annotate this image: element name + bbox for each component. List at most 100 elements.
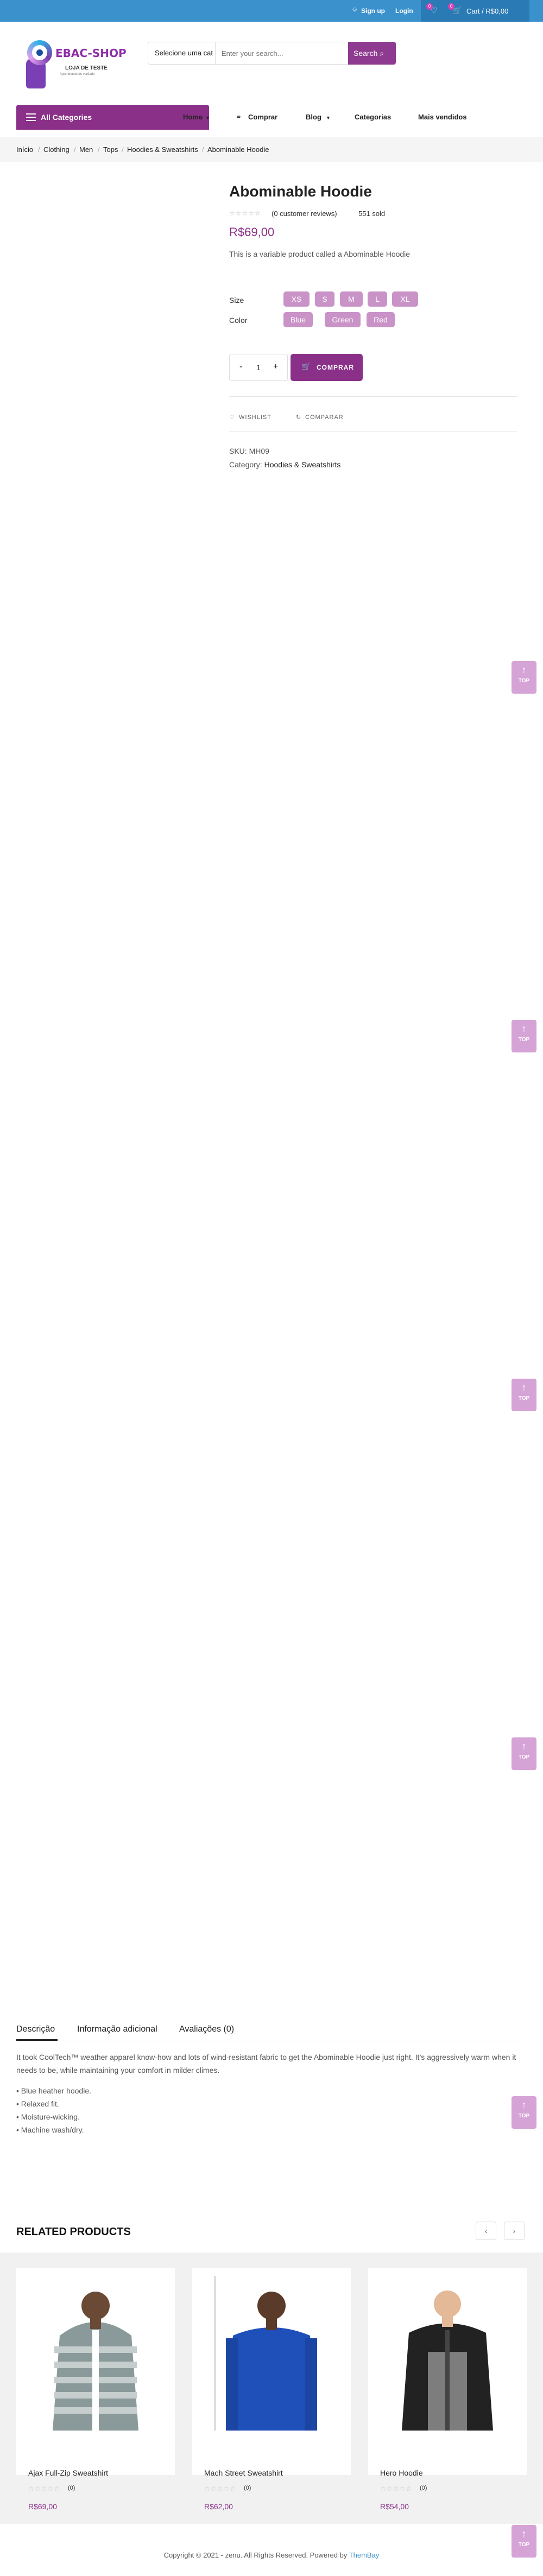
divider (229, 396, 517, 397)
reviews-link[interactable]: (0 customer reviews) (272, 210, 337, 218)
rating-stars: ☆☆☆☆☆ (28, 2485, 60, 2492)
size-option-xl[interactable]: XL (392, 291, 418, 307)
cart-label[interactable]: Cart / R$0,00 (466, 7, 508, 15)
nav-item-blog[interactable]: Blog (306, 113, 321, 121)
category-line: Category: Hoodies & Sweatshirts (229, 460, 340, 469)
review-count: (0) (244, 2485, 251, 2491)
top-label: TOP (518, 678, 530, 684)
nav-item-comprar[interactable]: Comprar (248, 113, 277, 121)
search-button[interactable]: Search ⌕ (348, 42, 396, 65)
size-option-m[interactable]: M (340, 291, 363, 307)
product-name[interactable]: Mach Street Sweatshirt (204, 2469, 283, 2477)
all-categories-label: All Categories (41, 113, 92, 122)
cart-area[interactable]: ♡ 0 🛒 0 Cart / R$0,00 (421, 0, 529, 22)
breadcrumb-separator: / (202, 145, 204, 154)
search-icon: ⌕ (380, 49, 384, 58)
product-card[interactable]: Hero Hoodie ☆☆☆☆☆ (0) R$54,00 (368, 2268, 527, 2511)
main-nav: All Categories Home ▼ ⚭ Comprar Blog ▼ C… (0, 105, 543, 130)
logo-name: EBAC-SHOP (55, 47, 127, 60)
back-to-top-button[interactable]: ↑ TOP (512, 1020, 536, 1052)
rating-stars: ☆☆☆☆☆ (229, 210, 261, 217)
product-title: Abominable Hoodie (229, 183, 372, 200)
nav-item-categorias[interactable]: Categorias (355, 113, 391, 121)
back-to-top-button[interactable]: ↑ TOP (512, 2096, 536, 2129)
arrow-up-icon: ↑ (521, 2528, 527, 2539)
sold-count: 551 sold (358, 210, 386, 218)
nav-item-mais-vendidos[interactable]: Mais vendidos (418, 113, 467, 121)
product-card[interactable]: Ajax Full-Zip Sweatshirt ☆☆☆☆☆ (0) R$69,… (16, 2268, 175, 2511)
breadcrumb-item[interactable]: Tops (103, 145, 118, 154)
color-option-red[interactable]: Red (367, 312, 395, 327)
top-label: TOP (518, 1754, 530, 1760)
review-count: (0) (68, 2485, 75, 2491)
buy-button[interactable]: 🛒 COMPRAR (291, 354, 363, 381)
breadcrumb: Início / Clothing / Men / Tops / Hoodies… (0, 137, 543, 162)
logo-subtitle: LOJA DE TESTE (65, 65, 108, 71)
all-categories-button[interactable]: All Categories (16, 105, 209, 130)
category-link[interactable]: Hoodies & Sweatshirts (264, 460, 341, 469)
back-to-top-button[interactable]: ↑ TOP (512, 1379, 536, 1411)
product-card[interactable]: Mach Street Sweatshirt ☆☆☆☆☆ (0) R$62,00 (192, 2268, 351, 2511)
search-input[interactable] (216, 42, 351, 64)
product-price: R$62,00 (204, 2502, 233, 2511)
breadcrumb-separator: / (38, 145, 40, 154)
wishlist-link[interactable]: WISHLIST (239, 414, 272, 421)
product-name[interactable]: Ajax Full-Zip Sweatshirt (28, 2469, 108, 2477)
description-bullet: • Blue heather hoodie. (16, 2086, 92, 2095)
increase-button[interactable]: + (273, 362, 278, 372)
arrow-up-icon: ↑ (521, 664, 527, 675)
signup-link[interactable]: Sign up (361, 7, 385, 15)
product-image[interactable] (214, 2276, 329, 2431)
top-label: TOP (518, 2113, 530, 2119)
back-to-top-button[interactable]: ↑ TOP (512, 661, 536, 694)
logo-circle-graphic (27, 40, 52, 65)
copyright-text: Copyright © 2021 - zenu. All Rights Rese… (163, 2551, 348, 2559)
headset-icon: ⚭ (236, 113, 242, 121)
top-label: TOP (518, 1395, 530, 1401)
menu-icon (26, 113, 36, 121)
breadcrumb-item[interactable]: Início (16, 145, 33, 154)
size-option-s[interactable]: S (315, 291, 334, 307)
review-count: (0) (420, 2485, 427, 2491)
nav-item-home[interactable]: Home (183, 113, 203, 121)
category-select[interactable]: Selecione uma cat (148, 42, 216, 64)
footer-brand-link[interactable]: ThemBay (349, 2551, 380, 2559)
rating-stars: ☆☆☆☆☆ (204, 2485, 236, 2492)
tab-avaliacoes[interactable]: Avaliações (0) (179, 2025, 234, 2034)
size-option-l[interactable]: L (368, 291, 387, 307)
arrow-up-icon: ↑ (521, 2099, 527, 2110)
tab-descricao[interactable]: Descrição (16, 2025, 55, 2034)
decrease-button[interactable]: - (239, 362, 242, 372)
compare-icon[interactable]: ↻ (296, 414, 301, 421)
heart-icon[interactable]: ♡ (229, 414, 235, 421)
chevron-down-icon: ▼ (326, 115, 331, 120)
login-link[interactable]: Login (395, 7, 413, 15)
description-text: It took CoolTech™ weather apparel know-h… (16, 2053, 516, 2074)
active-tab-indicator (16, 2039, 58, 2041)
quantity-stepper: - 1 + (229, 354, 288, 381)
search-bar: Selecione uma cat Search ⌕ (148, 42, 396, 65)
breadcrumb-item[interactable]: Hoodies & Sweatshirts (127, 145, 198, 154)
breadcrumb-item[interactable]: Clothing (43, 145, 70, 154)
color-option-blue[interactable]: Blue (283, 312, 313, 327)
carousel-prev-button[interactable]: ‹ (476, 2222, 496, 2240)
size-option-xs[interactable]: XS (283, 291, 310, 307)
back-to-top-button[interactable]: ↑ TOP (512, 1737, 536, 1770)
breadcrumb-separator: / (74, 145, 76, 154)
product-image[interactable] (390, 2276, 505, 2431)
product-price: R$69,00 (28, 2502, 57, 2511)
compare-link[interactable]: COMPARAR (305, 414, 344, 421)
quantity-value[interactable]: 1 (256, 363, 261, 372)
carousel-next-button[interactable]: › (504, 2222, 525, 2240)
product-image[interactable] (38, 2276, 153, 2431)
tab-informacao-adicional[interactable]: Informação adicional (77, 2025, 157, 2034)
sku-value: MH09 (249, 447, 269, 455)
site-logo[interactable]: EBAC-SHOP LOJA DE TESTE Aprendendo de ve… (22, 37, 130, 91)
color-option-green[interactable]: Green (325, 312, 361, 327)
product-price: R$54,00 (380, 2502, 409, 2511)
top-label: TOP (518, 2542, 530, 2548)
description-bullet: • Moisture-wicking. (16, 2112, 80, 2121)
breadcrumb-current: Abominable Hoodie (207, 145, 269, 154)
breadcrumb-item[interactable]: Men (79, 145, 93, 154)
product-name[interactable]: Hero Hoodie (380, 2469, 423, 2477)
